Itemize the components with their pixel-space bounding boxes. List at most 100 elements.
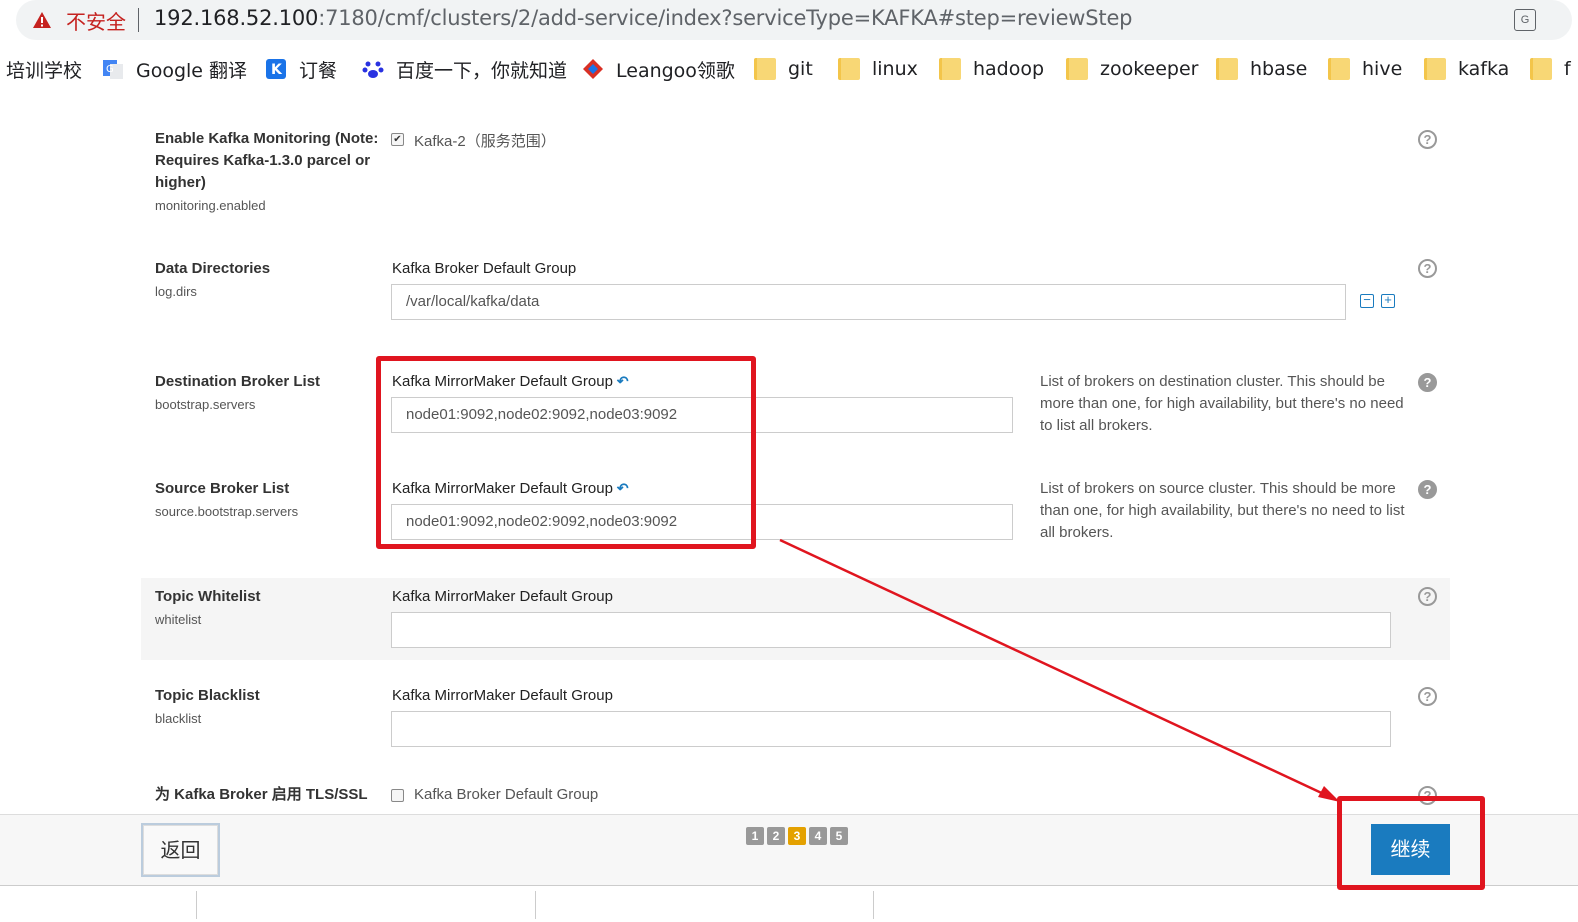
source-brokers-key: source.bootstrap.servers [155, 504, 299, 519]
folder-icon [1066, 58, 1088, 80]
tls-checkbox[interactable] [391, 789, 404, 802]
bookmark-label: f [1564, 58, 1571, 80]
folder-icon [1216, 58, 1238, 80]
bookmark-label: 百度一下，你就知道 [396, 59, 568, 82]
svg-text:K: K [271, 62, 283, 78]
add-value-button[interactable]: + [1381, 293, 1395, 308]
bookmark-item[interactable]: zookeeper [1066, 56, 1199, 82]
tls-checkbox-label: Kafka Broker Default Group [414, 786, 599, 803]
bookmark-label: hbase [1250, 58, 1308, 80]
insecure-label[interactable]: 不安全 [66, 6, 126, 35]
description-line: List of brokers on destination cluster. … [1040, 373, 1385, 390]
remove-value-button[interactable]: − [1360, 293, 1374, 308]
highlight-box-brokers [376, 356, 756, 549]
blacklist-input[interactable] [391, 711, 1391, 747]
google-translate-icon: G [103, 60, 123, 79]
data-dirs-key: log.dirs [155, 284, 197, 299]
browser-address-bar: 不安全 192.168.52.100:7180/cmf/clusters/2/a… [0, 0, 1578, 42]
warning-icon [33, 12, 51, 28]
translate-icon[interactable]: G [1514, 9, 1536, 31]
bookmark-label: Leangoo领歌 [616, 59, 735, 82]
bookmark-label: kafka [1458, 58, 1510, 80]
monitoring-label-line: Requires Kafka-1.3.0 parcel or [155, 152, 371, 169]
back-button[interactable]: 返回 [141, 823, 220, 877]
source-brokers-label: Source Broker List [155, 480, 290, 497]
baidu-paw-icon [362, 61, 384, 78]
folder-icon [754, 58, 776, 80]
bookmark-item[interactable]: kafka [1424, 56, 1509, 82]
whitelist-group: Kafka MirrorMaker Default Group [392, 588, 613, 605]
whitelist-input[interactable] [391, 612, 1391, 648]
url-text[interactable]: 192.168.52.100:7180/cmf/clusters/2/add-s… [154, 6, 1132, 30]
bookmark-label: linux [872, 58, 918, 80]
help-icon[interactable]: ? [1418, 373, 1437, 392]
divider [138, 8, 139, 32]
description-line: all brokers. [1040, 524, 1114, 541]
bookmark-item[interactable]: hadoop [939, 56, 1044, 82]
data-dirs-label: Data Directories [155, 260, 271, 277]
divider [196, 891, 197, 919]
config-review-panel: Enable Kafka Monitoring (Note: Requires … [0, 100, 1578, 814]
help-icon[interactable]: ? [1418, 130, 1437, 149]
monitoring-label-line: higher) [155, 174, 206, 191]
divider [873, 891, 874, 919]
dest-brokers-description: List of brokers on destination cluster. … [1040, 371, 1420, 437]
help-icon[interactable]: ? [1418, 480, 1437, 499]
blacklist-key: blacklist [155, 711, 202, 726]
step-3[interactable]: 3 [788, 827, 806, 845]
data-dirs-group: Kafka Broker Default Group [392, 260, 577, 277]
step-2[interactable]: 2 [767, 827, 785, 845]
help-icon[interactable]: ? [1418, 587, 1437, 606]
tls-label: 为 Kafka Broker 启用 TLS/SSL [155, 786, 368, 803]
folder-icon [838, 58, 860, 80]
description-line: more than one, for high availability, bu… [1040, 395, 1404, 412]
monitoring-checkbox[interactable]: ✔ [391, 133, 404, 146]
monitoring-label: Enable Kafka Monitoring (Note: Requires … [155, 128, 378, 194]
folder-icon [1530, 58, 1552, 80]
blacklist-label: Topic Blacklist [155, 687, 260, 704]
blacklist-group: Kafka MirrorMaker Default Group [392, 687, 613, 704]
data-dirs-input[interactable]: /var/local/kafka/data [391, 284, 1346, 320]
bookmark-item[interactable]: hive [1328, 56, 1402, 82]
help-icon[interactable]: ? [1418, 687, 1437, 706]
monitoring-key: monitoring.enabled [155, 198, 266, 213]
bookmark-label: 培训学校 [6, 59, 83, 82]
step-1[interactable]: 1 [746, 827, 764, 845]
bookmark-item[interactable]: 百度一下，你就知道 [362, 56, 567, 82]
bookmark-label: hive [1362, 58, 1403, 80]
divider [535, 891, 536, 919]
step-indicator: 1 2 3 4 5 [746, 827, 848, 845]
monitoring-label-line: Enable Kafka Monitoring (Note: [155, 130, 379, 147]
bookmark-item[interactable]: 培训学校 [6, 56, 82, 82]
bottom-strip [0, 887, 1578, 922]
folder-icon [1424, 58, 1446, 80]
monitoring-checkbox-label: Kafka-2（服务范围） [414, 133, 556, 150]
step-4[interactable]: 4 [809, 827, 827, 845]
bookmark-label: 订餐 [299, 59, 338, 82]
k-icon: K [266, 59, 286, 79]
bookmark-item[interactable]: linux [838, 56, 918, 82]
bookmark-label: hadoop [973, 58, 1045, 80]
bookmark-item[interactable]: Leangoo领歌 [582, 56, 735, 82]
folder-icon [939, 58, 961, 80]
leangoo-icon [583, 59, 603, 79]
help-icon[interactable]: ? [1418, 259, 1437, 278]
url-host: 192.168.52.100 [154, 6, 319, 30]
bookmark-item[interactable]: git [754, 56, 813, 82]
dest-brokers-key: bootstrap.servers [155, 397, 256, 412]
bookmark-label: Google 翻译 [136, 59, 248, 82]
whitelist-label: Topic Whitelist [155, 588, 261, 605]
bookmark-item[interactable]: K 订餐 [265, 56, 337, 82]
highlight-box-continue [1337, 796, 1485, 890]
svg-text:G: G [106, 64, 114, 75]
step-5[interactable]: 5 [830, 827, 848, 845]
bookmarks-bar: 培训学校 G Google 翻译 K 订餐 百度一下，你就知道 Leangoo领… [0, 48, 1578, 90]
description-line: to list all brokers. [1040, 417, 1153, 434]
source-brokers-description: List of brokers on source cluster. This … [1040, 478, 1420, 544]
bookmark-item[interactable]: f [1530, 56, 1571, 82]
bookmark-item[interactable]: hbase [1216, 56, 1307, 82]
folder-icon [1328, 58, 1350, 80]
url-path: :7180/cmf/clusters/2/add-service/index?s… [318, 6, 1133, 30]
bookmark-item[interactable]: G Google 翻译 [102, 56, 247, 82]
description-line: than one, for high availability, but the… [1040, 502, 1405, 519]
